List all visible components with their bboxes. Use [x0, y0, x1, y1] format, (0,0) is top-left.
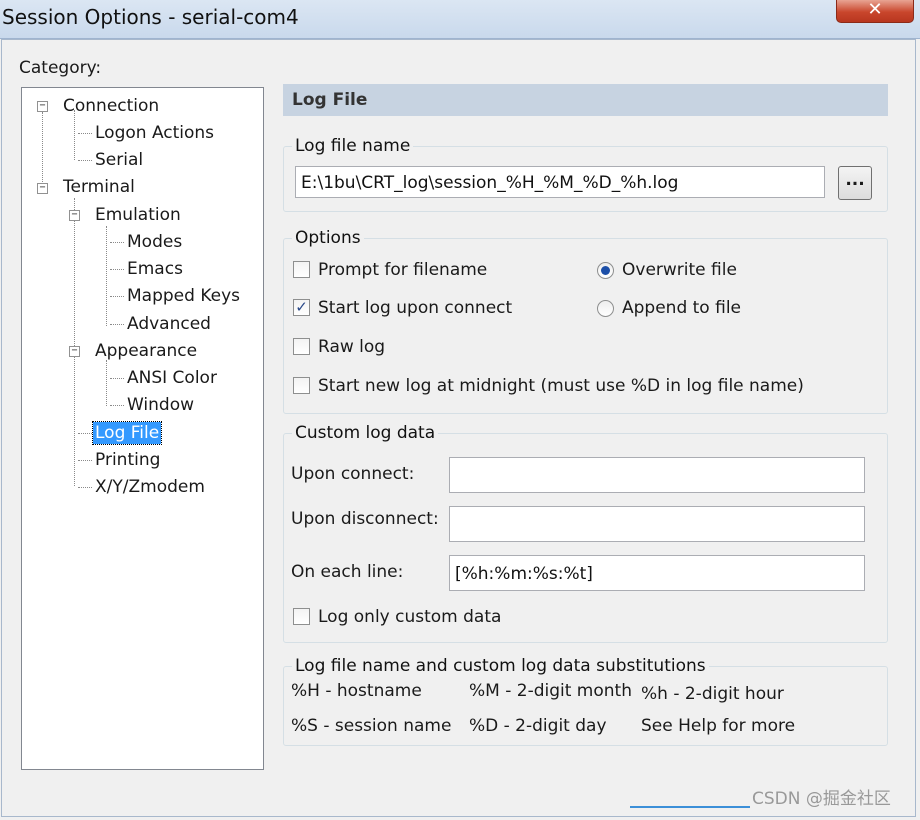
tree-connector [78, 487, 92, 488]
tree-connector [110, 242, 124, 243]
radio-selected-dot [601, 266, 610, 275]
collapse-icon[interactable]: − [37, 183, 48, 194]
tree-connector [106, 360, 107, 406]
tree-item-log-file[interactable]: Log File [91, 421, 163, 445]
tree-item-connection[interactable]: Connection [63, 95, 159, 117]
tree-item-serial[interactable]: Serial [95, 149, 143, 171]
substitution-help: See Help for more [641, 716, 796, 736]
substitution-day: %D - 2-digit day [469, 716, 607, 736]
upon-disconnect-label: Upon disconnect: [291, 509, 439, 529]
log-only-custom-label: Log only custom data [318, 607, 502, 627]
tree-connector [74, 110, 75, 160]
tree-item-mapped-keys[interactable]: Mapped Keys [127, 285, 240, 307]
tree-item-modes[interactable]: Modes [127, 231, 182, 253]
tree-connector [110, 378, 124, 379]
tree-connector [78, 160, 92, 161]
tree-item-appearance[interactable]: Appearance [95, 340, 197, 362]
overwrite-file-label: Overwrite file [622, 260, 737, 280]
prompt-for-filename-checkbox[interactable] [293, 261, 310, 278]
substitution-hour: %h - 2-digit hour [641, 684, 784, 704]
tree-item-emacs[interactable]: Emacs [127, 258, 183, 280]
tree-connector [74, 198, 75, 486]
tree-item-ansi-color[interactable]: ANSI Color [127, 367, 217, 389]
window-title: Session Options - serial-com4 [2, 5, 299, 29]
log-only-custom-checkbox[interactable] [293, 608, 310, 625]
checkmark-icon: ✓ [295, 298, 308, 316]
substitution-session-name: %S - session name [291, 716, 452, 736]
upon-connect-label: Upon connect: [291, 464, 415, 484]
start-log-upon-connect-label: Start log upon connect [318, 298, 513, 318]
close-icon: ✕ [867, 0, 883, 20]
watermark: CSDN @掘金社区 [752, 789, 891, 809]
tree-connector [42, 112, 43, 188]
start-new-log-midnight-checkbox[interactable] [293, 377, 310, 394]
on-each-line-input[interactable]: [%h:%m:%s:%t] [449, 555, 865, 591]
tree-item-emulation[interactable]: Emulation [95, 204, 181, 226]
tree-item-xyzmodem[interactable]: X/Y/Zmodem [95, 476, 205, 498]
start-log-upon-connect-checkbox[interactable]: ✓ [293, 299, 310, 316]
collapse-icon[interactable]: − [69, 346, 80, 357]
tree-connector [78, 133, 92, 134]
tree-item-advanced[interactable]: Advanced [127, 313, 211, 335]
title-bar: Session Options - serial-com4 ✕ [0, 0, 920, 39]
category-label: Category: [19, 58, 102, 78]
start-new-log-midnight-label: Start new log at midnight (must use %D i… [318, 376, 804, 396]
category-tree[interactable]: − Connection Logon Actions Serial − Term… [21, 87, 264, 770]
tree-item-terminal[interactable]: Terminal [63, 176, 135, 198]
raw-log-label: Raw log [318, 337, 386, 357]
tree-item-printing[interactable]: Printing [95, 449, 160, 471]
tree-item-window[interactable]: Window [127, 394, 194, 416]
raw-log-checkbox[interactable] [293, 338, 310, 355]
browse-button[interactable]: ... [838, 166, 872, 200]
append-to-file-label: Append to file [622, 298, 741, 318]
append-to-file-radio[interactable] [597, 300, 614, 317]
tree-connector [78, 433, 92, 434]
overwrite-file-radio[interactable] [597, 262, 614, 279]
log-file-name-legend: Log file name [295, 136, 411, 156]
upon-connect-input[interactable] [449, 457, 865, 493]
substitutions-legend: Log file name and custom log data substi… [295, 656, 706, 676]
ok-button-edge[interactable] [630, 806, 750, 820]
tree-connector [110, 269, 124, 270]
prompt-for-filename-label: Prompt for filename [318, 260, 488, 280]
tree-connector [110, 324, 124, 325]
tree-connector [78, 460, 92, 461]
custom-log-data-legend: Custom log data [295, 423, 436, 443]
upon-disconnect-input[interactable] [449, 506, 865, 542]
tree-connector [110, 296, 124, 297]
collapse-icon[interactable]: − [37, 101, 48, 112]
substitution-hostname: %H - hostname [291, 681, 422, 701]
log-file-name-input[interactable]: E:\1bu\CRT_log\session_%H_%M_%D_%h.log [295, 166, 825, 198]
panel-header: Log File [283, 84, 888, 116]
tree-item-logon-actions[interactable]: Logon Actions [95, 122, 214, 144]
on-each-line-label: On each line: [291, 562, 404, 582]
substitution-month: %M - 2-digit month [469, 681, 632, 701]
options-legend: Options [295, 228, 361, 248]
close-button[interactable]: ✕ [836, 0, 914, 23]
tree-connector [110, 405, 124, 406]
tree-connector [106, 226, 107, 326]
collapse-icon[interactable]: − [69, 210, 80, 221]
